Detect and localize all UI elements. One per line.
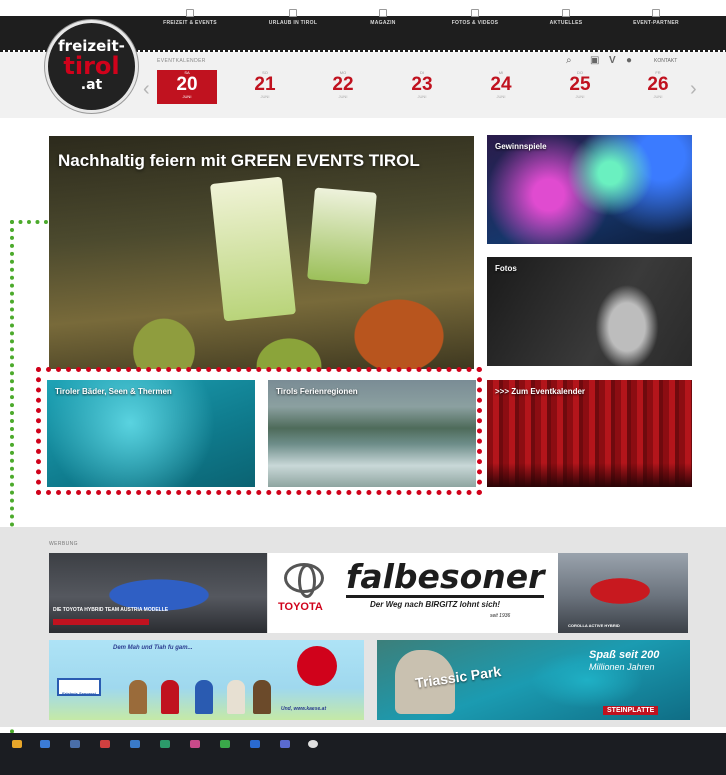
cartoon-figure <box>129 680 147 714</box>
taskbar-app-icon[interactable] <box>280 740 290 748</box>
event-flag-image <box>209 176 297 322</box>
ad-subline: Millionen Jahren <box>589 662 655 672</box>
ad-toyota-hybrid-models[interactable]: DIE TOYOTA HYBRID TEAM AUSTRIA MODELLE <box>49 553 267 633</box>
day-number: 24 <box>490 74 512 95</box>
logo-line-2: tirol <box>63 51 120 80</box>
nav-item-label: MAGAZIN <box>370 19 396 26</box>
red-dotted-highlight <box>36 367 482 495</box>
calendar-day-23[interactable]: DI 23 JUNI <box>392 70 452 104</box>
partner-icon <box>652 8 660 17</box>
day-month: JUNI <box>338 94 348 99</box>
event-flag-image <box>307 187 377 285</box>
ad-triassic-park[interactable]: Triassic Park Spaß seit 200 Millionen Ja… <box>377 640 690 720</box>
tile-zum-eventkalender[interactable]: >>> Zum Eventkalender <box>487 380 692 487</box>
calendar-day-26[interactable]: FR 26 JUNI <box>628 70 688 104</box>
nav-item-fotos-videos[interactable]: FOTOS & VIDEOS <box>440 0 510 34</box>
ad-caption: DIE TOYOTA HYBRID TEAM AUSTRIA MODELLE <box>53 607 169 613</box>
tile-title: Fotos <box>495 264 517 273</box>
nav-item-label: URLAUB IN TIROL <box>268 19 318 26</box>
toyota-wordmark: TOYOTA <box>278 601 323 613</box>
day-month: JUNI <box>575 94 585 99</box>
tile-fotos[interactable]: Fotos <box>487 257 692 366</box>
cartoon-figure <box>227 680 245 714</box>
ad-caption: COROLLA ACTIVE HYBRID <box>568 623 620 628</box>
calendar-label: EVENTKALENDER <box>157 58 206 64</box>
ads-label: WERBUNG <box>49 541 78 547</box>
day-number: 21 <box>254 74 276 95</box>
hero-tile-green-events[interactable]: Nachhaltig feiern mit GREEN EVENTS TIROL <box>49 136 474 369</box>
start-icon[interactable] <box>12 740 22 748</box>
social-icon[interactable]: ● <box>626 55 632 66</box>
calendar-next-arrow[interactable]: › <box>690 78 697 101</box>
day-number: 23 <box>411 74 433 95</box>
nav-item-label: AKTUELLES <box>549 19 583 26</box>
taskbar-app-icon[interactable] <box>130 740 140 748</box>
day-month: JUNI <box>417 94 427 99</box>
taskbar-app-icon[interactable] <box>190 740 200 748</box>
day-number: 22 <box>332 74 354 95</box>
falbesoner-wordmark: falbesoner <box>346 557 545 598</box>
falbesoner-slogan: Der Weg nach BIRGITZ lohnt sich! <box>370 600 501 609</box>
ad-footer-text: Und, www.kaese.at <box>281 706 327 712</box>
calendar-icon <box>186 8 194 17</box>
steinplatte-logo: STEINPLATTE <box>603 706 659 715</box>
day-number: 25 <box>569 74 591 95</box>
search-icon[interactable]: ⌕ <box>566 55 572 66</box>
day-month: JUNI <box>182 94 192 99</box>
logo-line-3: .at <box>80 76 103 93</box>
day-number: 26 <box>647 74 669 95</box>
nav-item-urlaub-in-tirol[interactable]: URLAUB IN TIROL <box>258 0 328 34</box>
sennerei-logo-text: Erlebnis Sennerei <box>62 691 96 696</box>
instagram-icon[interactable]: ▣ <box>590 55 599 66</box>
tile-title: >>> Zum Eventkalender <box>495 387 586 396</box>
nav-item-freizeit-events[interactable]: FREIZEIT & EVENTS <box>150 0 230 34</box>
kontakt-link[interactable]: KONTAKT <box>654 58 677 64</box>
calendar-day-24[interactable]: MI 24 JUNI <box>471 70 531 104</box>
day-month: JUNI <box>653 94 663 99</box>
ad-cta-bar <box>53 619 149 625</box>
hero-title: Nachhaltig feiern mit GREEN EVENTS TIROL <box>58 151 420 170</box>
day-month: JUNI <box>260 94 270 99</box>
day-month: JUNI <box>496 94 506 99</box>
cartoon-figure <box>161 680 179 714</box>
document-icon <box>379 8 387 17</box>
taskbar-app-icon[interactable] <box>250 740 260 748</box>
site-logo[interactable]: freizeit- tirol .at <box>45 20 138 113</box>
taskbar-app-icon[interactable] <box>70 740 80 748</box>
nav-item-label: FREIZEIT & EVENTS <box>163 19 217 26</box>
calendar-prev-arrow[interactable]: ‹ <box>143 78 150 101</box>
ad-badge <box>297 646 337 686</box>
taskbar-app-icon[interactable] <box>40 740 50 748</box>
calendar-day-22[interactable]: MO 22 JUNI <box>313 70 373 104</box>
cartoon-figure <box>253 680 271 714</box>
taskbar-app-icon[interactable] <box>160 740 170 748</box>
tile-gewinnspiele[interactable]: Gewinnspiele <box>487 135 692 244</box>
vimeo-icon[interactable]: V <box>609 55 616 66</box>
camera-icon <box>471 8 479 17</box>
ad-headline: Spaß seit 200 <box>589 649 660 661</box>
nav-item-label: EVENT-PARTNER <box>633 19 679 26</box>
taskbar-app-icon[interactable] <box>220 740 230 748</box>
nav-item-aktuelles[interactable]: AKTUELLES <box>536 0 596 34</box>
mountain-icon <box>289 8 297 17</box>
day-number: 20 <box>176 74 198 95</box>
cartoon-figure <box>195 680 213 714</box>
falbesoner-since: seit 1936 <box>490 613 511 619</box>
calendar-day-20[interactable]: SA 20 JUNI <box>157 70 217 104</box>
ad-erlebnis-sennerei[interactable]: Erlebnis Sennerei Dem Mah und Tiah fu ga… <box>49 640 364 720</box>
nav-item-magazin[interactable]: MAGAZIN <box>358 0 408 34</box>
ad-headline: Dem Mah und Tiah fu gam... <box>113 645 193 651</box>
ad-corolla[interactable]: COROLLA ACTIVE HYBRID <box>558 553 688 633</box>
calendar-day-21[interactable]: SO 21 JUNI <box>235 70 295 104</box>
toyota-emblem-icon <box>284 563 324 598</box>
sennerei-logo: Erlebnis Sennerei <box>57 678 101 696</box>
ad-falbesoner-toyota[interactable]: TOYOTA falbesoner Der Weg nach BIRGITZ l… <box>268 553 558 633</box>
tile-title: Gewinnspiele <box>495 142 547 151</box>
nav-item-label: FOTOS & VIDEOS <box>451 19 499 26</box>
calendar-day-25[interactable]: DO 25 JUNI <box>550 70 610 104</box>
nav-item-event-partner[interactable]: EVENT-PARTNER <box>620 0 692 34</box>
taskbar-app-icon[interactable] <box>100 740 110 748</box>
taskbar-app-icon[interactable] <box>308 740 318 748</box>
megaphone-icon <box>562 8 570 17</box>
